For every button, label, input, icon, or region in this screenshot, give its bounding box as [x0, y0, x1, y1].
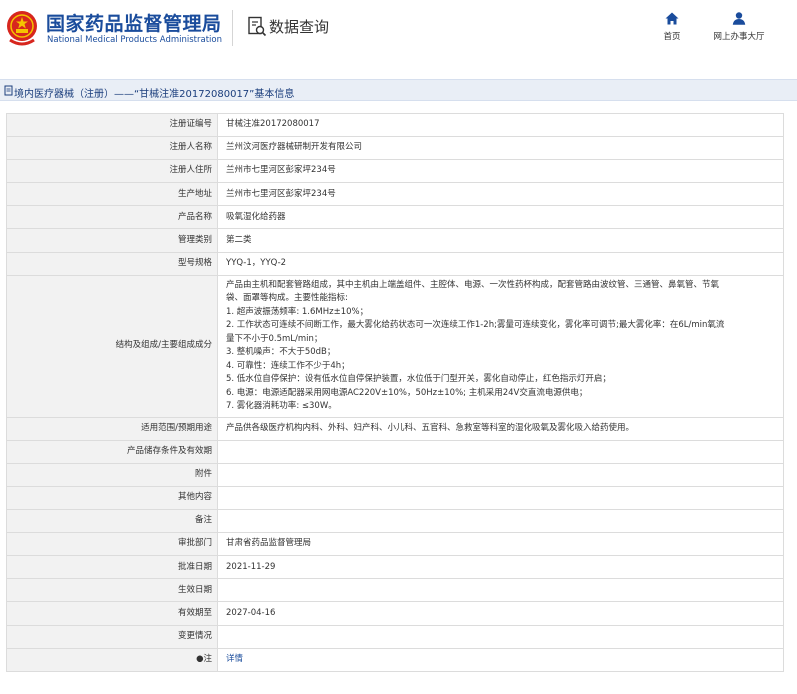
field-label: 产品储存条件及有效期: [6, 439, 218, 464]
table-row: 批准日期 2021-11-29: [6, 555, 784, 580]
field-label: 生产地址: [6, 182, 218, 207]
field-label: 适用范围/预期用途: [6, 416, 218, 441]
field-value: 兰州市七里河区彭家坪234号: [217, 182, 784, 207]
field-label: 批准日期: [6, 555, 218, 580]
field-label: 型号规格: [6, 251, 218, 276]
field-label: 注册人名称: [6, 136, 218, 161]
field-value: [217, 578, 784, 603]
field-value: [217, 462, 784, 487]
nav-home[interactable]: 首页: [656, 12, 688, 42]
field-value: 详情: [217, 647, 784, 672]
field-value: 第二类: [217, 228, 784, 253]
nav-online-hall-label: 网上办事大厅: [713, 32, 765, 42]
field-value: 2027-04-16: [217, 601, 784, 626]
field-value: [217, 624, 784, 649]
details-link[interactable]: 详情: [226, 654, 243, 664]
structure-line: 产品由主机和配套管路组成，其中主机由上端盖组件、主腔体、电源、一次性药杯构成，配…: [226, 279, 720, 290]
table-row: 有效期至 2027-04-16: [6, 601, 784, 626]
field-value: [217, 509, 784, 534]
table-row: 生效日期: [6, 578, 784, 603]
field-value: [217, 485, 784, 511]
field-value: 兰州汶河医疗器械研制开发有限公司: [217, 136, 784, 161]
structure-line: 6. 电源：电源适配器采用网电源AC220V±10%，50Hz±10%; 主机采…: [226, 387, 588, 398]
breadcrumb-text: 境内医疗器械（注册）——“甘械注准20172080017”基本信息: [14, 89, 295, 100]
structure-line: 7. 雾化器消耗功率: ≤30W。: [226, 401, 337, 412]
table-row: 注册人名称 兰州汶河医疗器械研制开发有限公司: [6, 136, 784, 161]
national-emblem-icon: [7, 11, 37, 46]
table-row: 产品名称 吸氧湿化给药器: [6, 205, 784, 230]
structure-line: 量下不小于0.5mL/min；: [226, 333, 323, 344]
structure-line: 3. 整机噪声：不大于50dB；: [226, 347, 336, 358]
site-header: 国家药品监督管理局 National Medical Products Admi…: [0, 0, 797, 64]
table-row: 附件: [6, 462, 784, 487]
field-label: 有效期至: [6, 601, 218, 626]
site-subtitle: National Medical Products Administration: [47, 35, 222, 45]
field-label: 结构及组成/主要组成成分: [6, 274, 218, 418]
field-label: 审批部门: [6, 532, 218, 557]
table-row: 注册人住所 兰州市七里河区彭家坪234号: [6, 159, 784, 184]
table-row: 适用范围/预期用途 产品供各级医疗机构内科、外科、妇产科、小儿科、五官科、急救室…: [6, 416, 784, 441]
field-value: 吸氧湿化给药器: [217, 205, 784, 230]
structure-line: 4. 可靠性：连续工作不少于4h；: [226, 360, 350, 371]
table-row: 其他内容: [6, 485, 784, 511]
nav-online-hall[interactable]: 网上办事大厅: [707, 12, 771, 42]
field-value: 产品供各级医疗机构内科、外科、妇产科、小儿科、五官科、急救室等科室的湿化吸氧及雾…: [217, 416, 784, 441]
field-label: 注册人住所: [6, 159, 218, 184]
table-row: 审批部门 甘肃省药品监督管理局: [6, 532, 784, 557]
table-row: 管理类别 第二类: [6, 228, 784, 253]
field-value: 兰州市七里河区彭家坪234号: [217, 159, 784, 184]
field-value-structure: 产品由主机和配套管路组成，其中主机由上端盖组件、主腔体、电源、一次性药杯构成，配…: [217, 274, 784, 418]
structure-line: 2. 工作状态可连续不间断工作，最大雾化给药状态可一次连续工作1-2h;雾量可连…: [226, 320, 725, 331]
page-title: 数据查询: [269, 18, 330, 36]
field-label: 管理类别: [6, 228, 218, 253]
field-label: 产品名称: [6, 205, 218, 230]
field-label: 生效日期: [6, 578, 218, 603]
field-label: 附件: [6, 462, 218, 487]
table-row: 产品储存条件及有效期: [6, 439, 784, 464]
data-query-icon: [248, 16, 267, 37]
table-row: 型号规格 YYQ-1，YYQ-2: [6, 251, 784, 276]
document-icon: [4, 85, 13, 96]
table-row: 备注: [6, 509, 784, 534]
nav-home-label: 首页: [663, 32, 681, 42]
table-row-structure: 结构及组成/主要组成成分 产品由主机和配套管路组成，其中主机由上端盖组件、主腔体…: [6, 274, 784, 418]
field-value: YYQ-1，YYQ-2: [217, 251, 784, 276]
table-row: 变更情况: [6, 624, 784, 649]
structure-line: 袋、面罩等构成。主要性能指标:: [226, 293, 348, 304]
field-label: 变更情况: [6, 624, 218, 649]
home-icon: [665, 12, 679, 25]
structure-line: 1. 超声波振荡频率: 1.6MHz±10%；: [226, 306, 369, 317]
site-title[interactable]: 国家药品监督管理局: [46, 9, 222, 36]
field-label: 注册证编号: [6, 112, 218, 138]
field-value: [217, 439, 784, 464]
table-row: 注册证编号 甘械注准20172080017: [6, 112, 784, 138]
table-row: 生产地址 兰州市七里河区彭家坪234号: [6, 182, 784, 207]
field-value: 甘肃省药品监督管理局: [217, 532, 784, 557]
breadcrumb: 境内医疗器械（注册）——“甘械注准20172080017”基本信息: [0, 79, 797, 101]
field-value: 2021-11-29: [217, 555, 784, 580]
table-row-note: ●注 详情: [6, 647, 784, 672]
user-icon: [732, 12, 746, 25]
detail-table: 注册证编号 甘械注准20172080017 注册人名称 兰州汶河医疗器械研制开发…: [6, 112, 784, 672]
header-divider: [232, 10, 233, 46]
field-label: 备注: [6, 509, 218, 534]
field-label: ●注: [6, 647, 218, 672]
field-label: 其他内容: [6, 485, 218, 511]
structure-line: 5. 低水位自停保护：设有低水位自停保护装置，水位低于门型开关，雾化自动停止，红…: [226, 374, 611, 385]
field-value: 甘械注准20172080017: [217, 112, 784, 138]
